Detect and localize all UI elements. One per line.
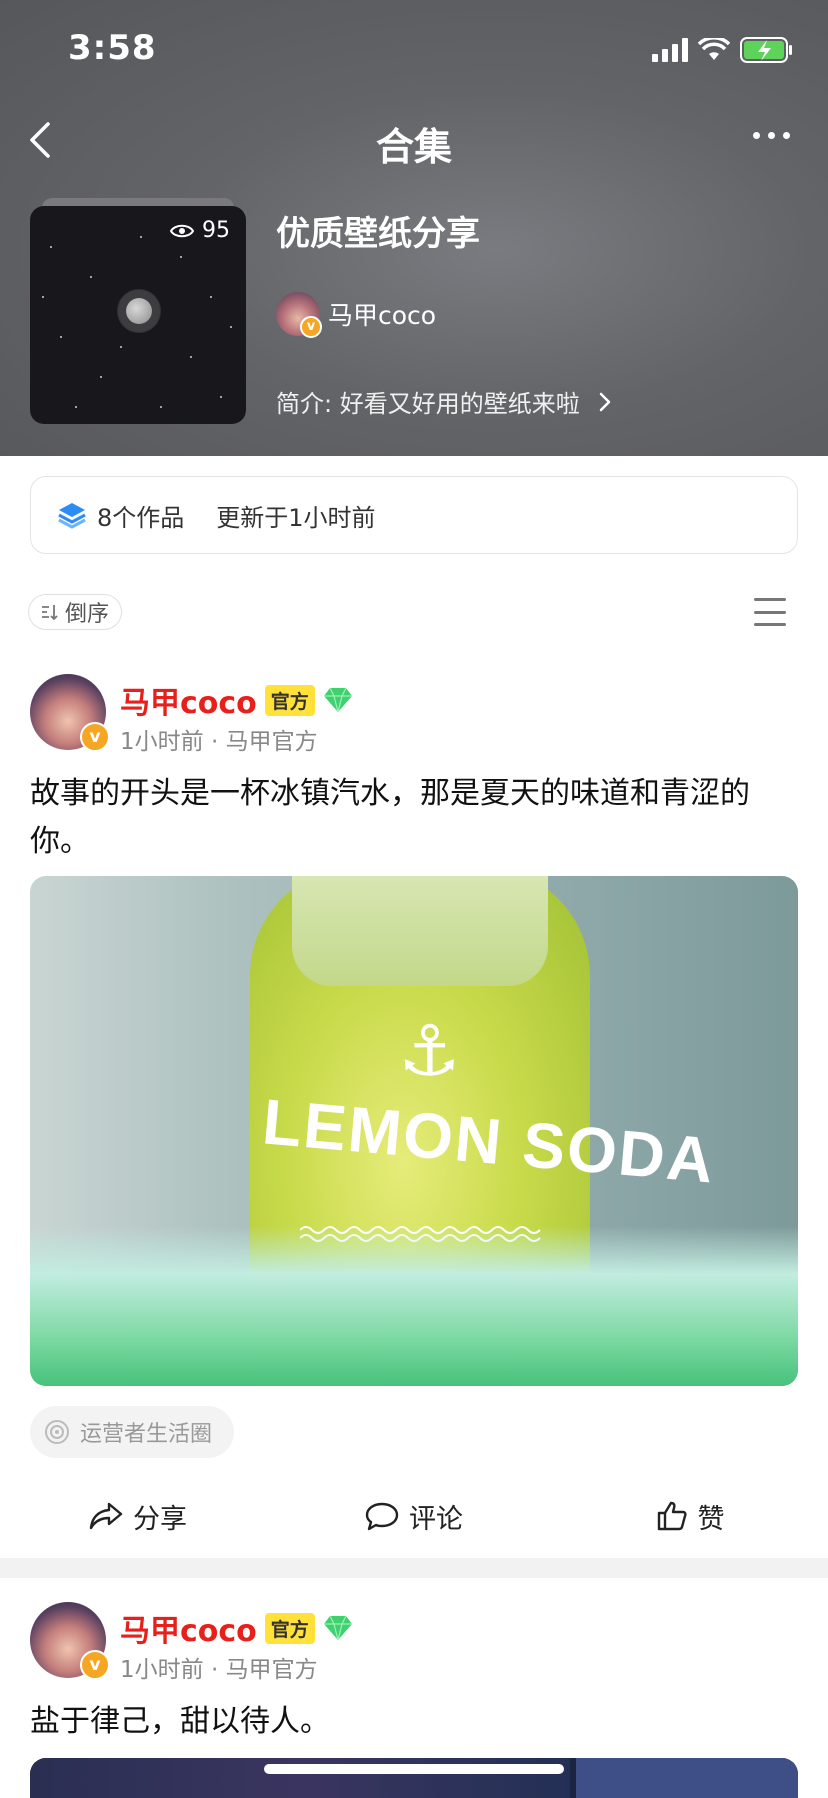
more-dot	[783, 132, 790, 139]
collection-stats: 8个作品 更新于1小时前	[30, 476, 798, 554]
collection-title: 优质壁纸分享	[276, 214, 480, 254]
circle-tag-label: 运营者生活圈	[80, 1422, 213, 1447]
post-text: 故事的开头是一杯冰镇汽水，那是夏天的味道和青涩的你。	[30, 776, 750, 859]
anchor-icon: ⚓	[398, 1010, 461, 1092]
comment-button[interactable]: 评论	[276, 1497, 552, 1536]
collection-header: 3:58 合集 95 优质壁纸分享 v 马甲coco 简介: 好看又好用的壁纸来…	[0, 0, 828, 456]
like-button[interactable]: 赞	[552, 1497, 828, 1536]
circle-tag[interactable]: 运营者生活圈	[30, 1406, 235, 1458]
post-actions: 分享 评论 赞	[0, 1486, 828, 1546]
post-author-row: 马甲coco 官方	[120, 678, 353, 722]
home-indicator[interactable]	[264, 1764, 564, 1774]
chevron-right-icon	[599, 392, 610, 411]
towel-graphic	[30, 1226, 798, 1386]
share-icon	[89, 1502, 123, 1530]
thumbs-up-icon	[657, 1501, 687, 1531]
wifi-icon	[698, 38, 730, 60]
collection-intro[interactable]: 简介: 好看又好用的壁纸来啦	[276, 384, 612, 419]
list-view-button[interactable]	[754, 598, 786, 626]
bottle-neck-graphic	[292, 876, 548, 986]
post-author-row: 马甲coco 官方	[120, 1606, 353, 1650]
page-title: 合集	[375, 125, 452, 169]
post-header[interactable]: v 马甲coco 官方 1小时前 · 马甲官方	[30, 1602, 798, 1683]
moon-graphic	[126, 298, 152, 324]
works-count: 8个作品	[97, 503, 185, 532]
post-meta: 1小时前 · 马甲官方	[120, 1657, 318, 1683]
status-icons	[652, 36, 794, 64]
diamond-icon	[323, 1615, 352, 1641]
sort-label: 倒序	[65, 602, 110, 627]
status-time: 3:58	[68, 28, 157, 68]
target-icon	[45, 1420, 69, 1444]
signal-icon	[652, 38, 688, 62]
post-author-name: 马甲coco	[120, 686, 257, 721]
official-badge: 官方	[264, 684, 315, 716]
post-text: 盐于律己，甜以待人。	[30, 1704, 330, 1739]
collection-author-name: 马甲coco	[328, 301, 437, 330]
sort-icon	[42, 605, 58, 621]
status-bar: 3:58	[0, 0, 828, 100]
collection-cover[interactable]: 95	[30, 206, 246, 424]
comment-label: 评论	[409, 1503, 463, 1535]
post-author-name: 马甲coco	[120, 1614, 257, 1649]
avatar: v	[30, 674, 110, 752]
more-dot	[768, 132, 775, 139]
like-label: 赞	[697, 1503, 725, 1535]
view-count: 95	[170, 218, 230, 243]
diamond-icon	[323, 687, 352, 713]
avatar: v	[30, 1602, 110, 1680]
post-image-right	[576, 1758, 798, 1798]
official-badge: 官方	[264, 1612, 315, 1644]
post-meta: 1小时前 · 马甲官方	[120, 729, 318, 755]
comment-icon	[365, 1502, 399, 1531]
eye-icon	[170, 224, 194, 237]
sort-button[interactable]: 倒序	[28, 594, 123, 630]
more-button[interactable]	[753, 132, 790, 139]
collection-author[interactable]: v 马甲coco	[276, 292, 437, 338]
avatar: v	[276, 292, 322, 338]
nav-bar: 合集	[0, 110, 828, 170]
verified-badge-icon: v	[300, 316, 322, 338]
layers-icon	[58, 503, 86, 529]
intro-text: 简介: 好看又好用的壁纸来啦	[276, 390, 580, 418]
battery-charging-icon	[740, 37, 792, 63]
verified-badge-icon: v	[80, 1650, 110, 1680]
share-label: 分享	[133, 1503, 187, 1535]
verified-badge-icon: v	[80, 722, 110, 752]
updated-time: 更新于1小时前	[216, 503, 376, 532]
post-header[interactable]: v 马甲coco 官方 1小时前 · 马甲官方	[30, 674, 798, 755]
share-button[interactable]: 分享	[0, 1497, 276, 1536]
view-count-value: 95	[202, 218, 230, 243]
post-divider	[0, 1558, 828, 1578]
more-dot	[753, 132, 760, 139]
post-image[interactable]: ⚓ LEMON SODA	[30, 876, 798, 1386]
